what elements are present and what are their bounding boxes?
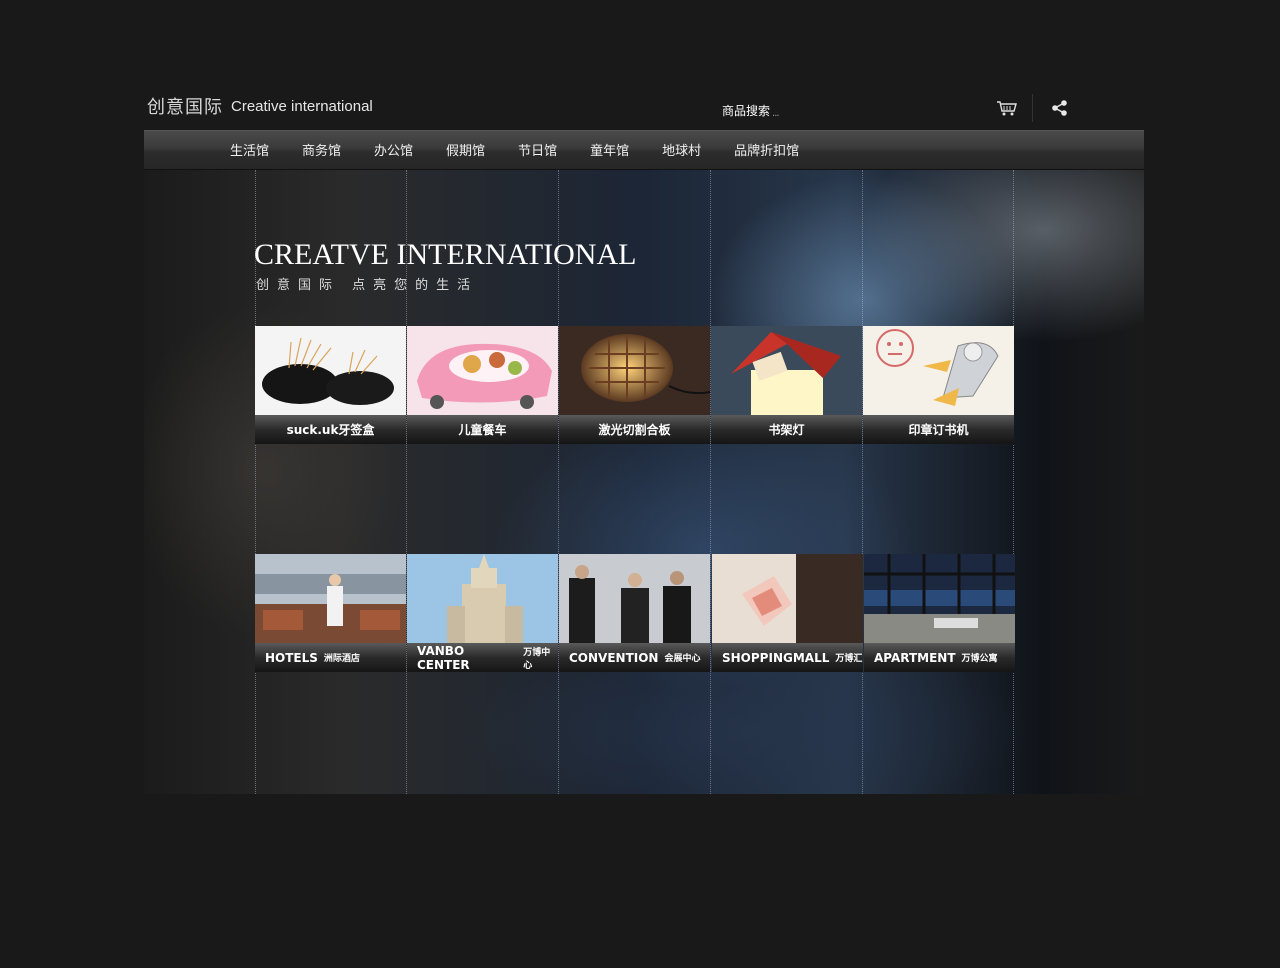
venue-caption-cn: 万博中心 [523, 647, 551, 671]
shopping-mall-image [712, 554, 863, 643]
venue-caption-cn: 会展中心 [664, 654, 701, 664]
product-tile-bookshelf-lamp[interactable]: 书架灯 [711, 326, 862, 444]
product-tile-stamp-stapler[interactable]: 印章订书机 [863, 326, 1014, 444]
stamp-stapler-image [863, 326, 1014, 415]
venue-caption-en: VANBO CENTER [417, 643, 470, 672]
nav-item-brand-discount[interactable]: 品牌折扣馆 [734, 131, 799, 169]
search-dots: ... [772, 108, 779, 119]
bookshelf-lamp-image [711, 326, 862, 415]
product-tile-laser-plywood[interactable]: 激光切割合板 [559, 326, 710, 444]
laser-plywood-lamp-image [559, 326, 710, 415]
nav-item-office[interactable]: 办公馆 [374, 131, 413, 169]
venue-caption: CONVENTION 会展中心 [559, 643, 710, 672]
venue-caption-cn: 洲际酒店 [323, 654, 360, 664]
column-divider [710, 170, 711, 794]
logo-english-text: Creative international [231, 97, 373, 115]
nav-item-festival[interactable]: 节日馆 [518, 131, 557, 169]
column-divider [862, 170, 863, 794]
venue-tile-convention[interactable]: CONVENTION 会展中心 [559, 554, 710, 672]
hero-banner: CREATVE INTERNATIONAL 创意国际 点亮您的生活 suck.u… [144, 170, 1144, 794]
venue-caption: APARTMENT 万博公寓 [864, 643, 1015, 672]
venue-tile-vanbo-center[interactable]: VANBO CENTER 万博中心 [407, 554, 558, 672]
search-label: 商品搜索 [722, 104, 771, 118]
column-divider [1013, 170, 1014, 794]
hero-title: CREATVE INTERNATIONAL [254, 238, 637, 271]
vanbo-center-image [407, 554, 558, 643]
venue-caption: VANBO CENTER 万博中心 [407, 643, 558, 672]
apartment-image [864, 554, 1015, 643]
product-caption: suck.uk牙签盒 [255, 415, 406, 444]
venue-caption-en: APARTMENT [874, 650, 956, 665]
venue-caption-cn: 万博汇 [835, 654, 863, 664]
product-tile-toothpick-box[interactable]: suck.uk牙签盒 [255, 326, 406, 444]
main-navigation: 生活馆 商务馆 办公馆 假期馆 节日馆 童年馆 地球村 品牌折扣馆 [144, 130, 1144, 170]
nav-item-business[interactable]: 商务馆 [302, 131, 341, 169]
logo-chinese-text: 创意国际 [147, 97, 223, 118]
venue-caption-cn: 万博公寓 [961, 654, 998, 664]
product-caption: 印章订书机 [863, 415, 1014, 444]
site-logo[interactable]: 创意国际 Creative international [147, 95, 373, 118]
venue-caption: SHOPPINGMALL 万博汇 [712, 643, 863, 672]
venue-tile-hotels[interactable]: HOTELS 洲际酒店 [255, 554, 406, 672]
venue-caption-en: CONVENTION [569, 650, 659, 665]
kids-dining-car-image [407, 326, 558, 415]
venue-caption: HOTELS 洲际酒店 [255, 643, 406, 672]
venue-tile-apartment[interactable]: APARTMENT 万博公寓 [864, 554, 1015, 672]
nav-item-childhood[interactable]: 童年馆 [590, 131, 629, 169]
page-container: 创意国际 Creative international 商品搜索 ... 生活馆… [144, 90, 1144, 794]
share-icon[interactable] [1051, 99, 1069, 117]
venue-caption-en: SHOPPINGMALL [722, 650, 830, 665]
product-caption: 儿童餐车 [407, 415, 558, 444]
product-caption: 书架灯 [711, 415, 862, 444]
toothpick-box-image [255, 326, 406, 415]
product-caption: 激光切割合板 [559, 415, 710, 444]
hero-subtitle: 创意国际 点亮您的生活 [256, 278, 479, 293]
header-divider [1032, 94, 1033, 122]
product-search[interactable]: 商品搜索 ... [722, 102, 779, 119]
convention-image [559, 554, 710, 643]
nav-item-life[interactable]: 生活馆 [230, 131, 269, 169]
shopping-cart-icon[interactable] [996, 100, 1018, 116]
venue-caption-en: HOTELS [265, 650, 318, 665]
venue-tile-shopping-mall[interactable]: SHOPPINGMALL 万博汇 [712, 554, 863, 672]
nav-item-global-village[interactable]: 地球村 [662, 131, 701, 169]
nav-item-holiday[interactable]: 假期馆 [446, 131, 485, 169]
hotels-image [255, 554, 406, 643]
product-tile-kids-dining-car[interactable]: 儿童餐车 [407, 326, 558, 444]
